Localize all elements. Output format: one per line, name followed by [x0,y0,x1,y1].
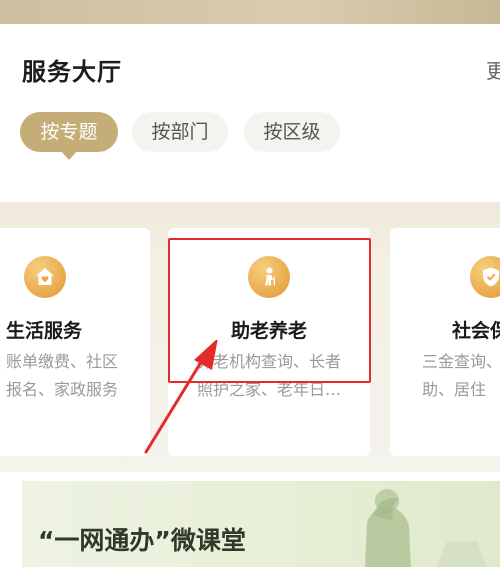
tab-by-topic[interactable]: 按专题 [20,112,118,160]
card-description-line: 助、居住 [422,380,487,399]
tab-label: 按区级 [263,121,321,143]
micro-classroom-banner[interactable]: “一网通办”微课堂 [22,481,500,567]
card-description: 账单缴费、社区 报名、家政服务 [0,348,150,404]
page-title: 服务大厅 [22,58,122,86]
annotation-arrow-icon [144,340,218,454]
active-tab-caret-icon [60,150,78,160]
banner-title: “一网通办”微课堂 [38,526,246,555]
top-header-band [0,0,500,24]
shield-icon [470,256,500,298]
card-description-line: 账单缴费、社区 [6,352,119,371]
tab-by-department[interactable]: 按部门 [132,112,228,152]
card-life-service[interactable]: 生活服务 账单缴费、社区 报名、家政服务 [0,228,150,456]
tab-label: 按部门 [151,121,209,143]
banner-illustration-icon [365,489,487,567]
home-heart-icon [24,256,66,298]
tab-label: 按专题 [40,121,98,143]
tab-by-district[interactable]: 按区级 [244,112,340,152]
card-title: 社会保 [452,320,500,342]
card-title: 生活服务 [6,320,83,342]
card-description-line: 报名、家政服务 [6,380,119,399]
card-description: 三金查询、 助、居住 [422,348,500,404]
card-description-line: 三金查询、 [422,352,500,371]
card-social-security[interactable]: 社会保 三金查询、 助、居住 [390,228,500,456]
more-link[interactable]: 更 [486,55,500,84]
